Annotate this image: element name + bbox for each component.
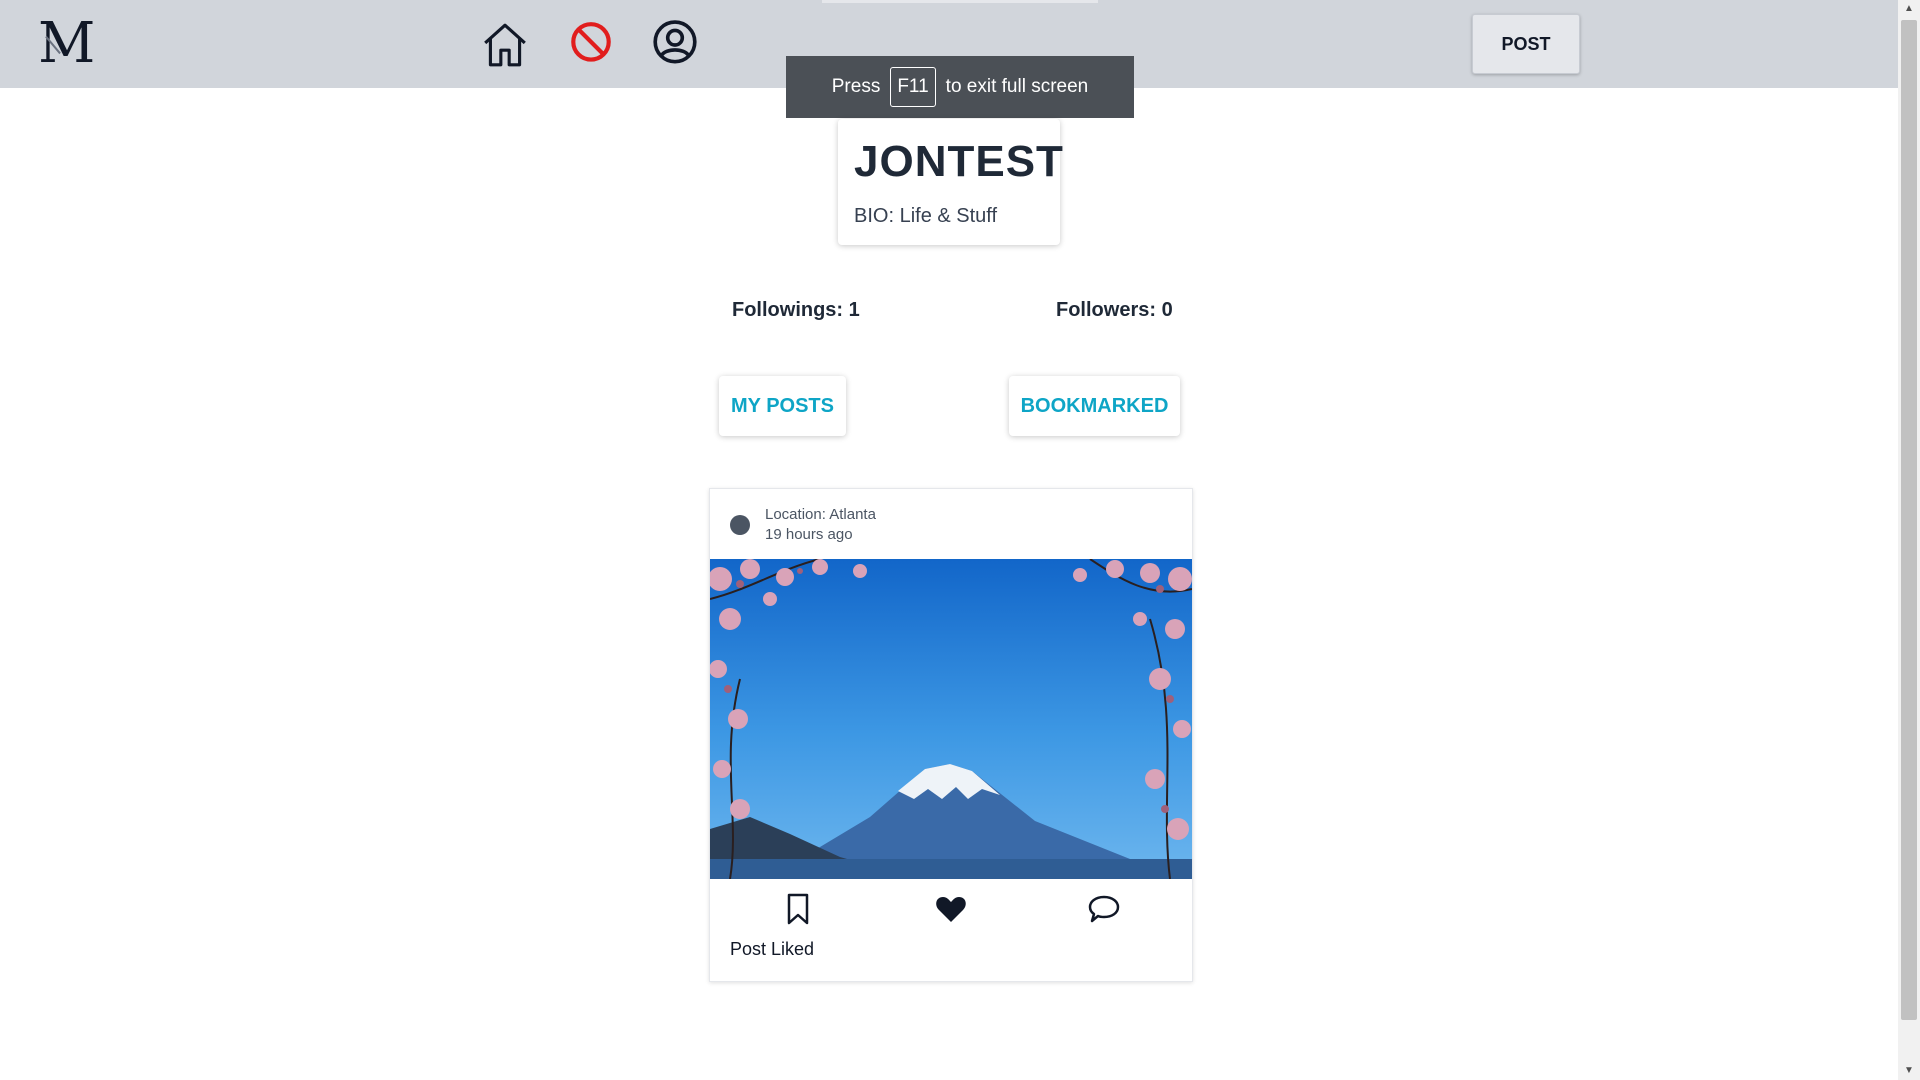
fullscreen-notice: Press F11 to exit full screen: [786, 56, 1134, 118]
bookmark-icon[interactable]: [780, 891, 816, 927]
bookmarked-button[interactable]: BOOKMARKED: [1009, 376, 1180, 436]
toast-edge: [822, 0, 1098, 3]
scroll-down-arrow-icon[interactable]: ▼: [1898, 1062, 1920, 1080]
profile-card: JONTEST BIO: Life & Stuff: [838, 119, 1063, 245]
account-circle-icon[interactable]: [650, 20, 700, 70]
followings-count[interactable]: Followings: 1: [732, 299, 860, 322]
notice-key: F11: [890, 67, 936, 107]
home-icon[interactable]: [480, 20, 530, 70]
heart-icon[interactable]: [933, 891, 969, 927]
logo-letter: M: [38, 11, 96, 76]
avatar[interactable]: [730, 515, 750, 535]
comment-icon[interactable]: [1086, 891, 1122, 927]
followers-count[interactable]: Followers: 0: [1056, 299, 1173, 322]
profile-name: JONTEST: [854, 137, 1064, 186]
post-button[interactable]: POST: [1472, 14, 1580, 74]
scroll-up-arrow-icon[interactable]: ▲: [1898, 0, 1920, 18]
blocked-icon[interactable]: [566, 20, 616, 70]
scroll-thumb[interactable]: [1901, 20, 1917, 1020]
post-timestamp: 19 hours ago: [765, 526, 853, 543]
notice-prefix: Press: [831, 76, 881, 97]
post-card: Location: Atlanta 19 hours ago Post Like…: [709, 488, 1193, 982]
profile-page: M POST Press F11 to exit full screen JON…: [0, 0, 1898, 1080]
notice-suffix: to exit full screen: [945, 76, 1089, 97]
profile-bio: BIO: Life & Stuff: [854, 205, 998, 227]
post-location: Location: Atlanta: [765, 506, 876, 523]
post-like-status: Post Liked: [730, 939, 815, 959]
site-logo[interactable]: M: [38, 11, 96, 76]
my-posts-button[interactable]: MY POSTS: [719, 376, 846, 436]
post-image[interactable]: [710, 559, 1192, 879]
vertical-scrollbar[interactable]: ▲ ▼: [1898, 0, 1920, 1080]
